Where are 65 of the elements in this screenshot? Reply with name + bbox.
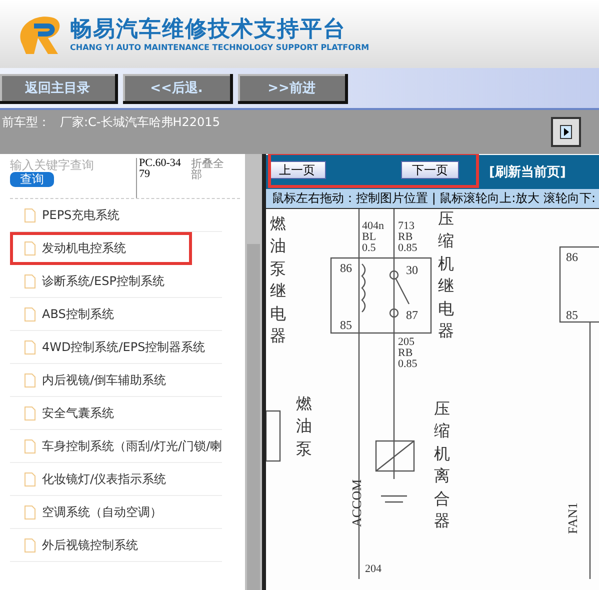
diagram-label: 30 [406,264,418,276]
tree-item[interactable]: 4WD控制系统/EPS控制器系统 [10,331,222,364]
item-label: 安全气囊系统 [42,404,114,422]
document-icon [24,240,36,256]
diagram-label: 86 [340,262,352,274]
platform-subtitle: CHANG YI AUTO MAINTENANCE TECHNOLOGY SUPPORT PLATFORM [70,42,370,52]
nav-button[interactable]: >>前进 [238,74,348,104]
tree-item[interactable]: ABS控制系统 [10,298,222,331]
item-label: 内后视镜/倒车辅助系统 [42,372,166,388]
item-label: 诊断系统/ESP控制系统 [42,272,164,290]
item-label: 外后视镜控制系统 [42,536,138,554]
tree-item[interactable]: 诊断系统/ESP控制系统 [10,265,222,298]
usage-hint: 鼠标左右拖动：控制图片位置 | 鼠标滚轮向上:放大 滚轮向下: [266,189,599,209]
item-label: 4WD控制系统/EPS控制器系统 [42,338,206,356]
model-code: PC.60-3479 [136,158,185,198]
diagram-label: 燃油泵 [296,395,312,460]
diagram-label: 205 RB 0.85 [398,337,418,370]
diagram-label: FAN1 [566,502,579,534]
document-icon [24,438,36,454]
next-page-button[interactable]: 下一页 [401,161,459,179]
collapse-all-link[interactable]: 折叠全部 [191,158,231,198]
tree-item[interactable]: 内后视镜/倒车辅助系统 [10,364,222,397]
platform-title: 畅易汽车维修技术支持平台 [70,16,347,42]
tree-item[interactable]: 外后视镜控制系统 [10,529,222,562]
tree-item[interactable]: PEPS充电系统 [10,199,222,232]
document-icon [24,472,36,486]
item-label: 发动机电控系统 [42,240,126,256]
item-label: ABS控制系统 [42,306,114,322]
diagram-label: 压缩机离合器 [434,400,450,532]
document-icon [24,306,36,322]
search-button[interactable]: 查询 [10,172,54,187]
document-icon [24,340,36,354]
nav-button[interactable]: <<后退. [123,74,233,104]
vehicle-label: 前车型： [2,114,50,131]
diagram-label: 燃油泵继电器 [270,215,286,347]
prev-page-button[interactable]: 上一页 [268,161,326,179]
tree-item[interactable]: 空调系统（自动空调） [10,496,222,529]
diagram-label: 404n BL 0.5 [362,221,384,254]
item-label: 化妆镜灯/仪表指示系统 [42,470,166,488]
refresh-link[interactable]: [刷新当前页] [489,163,566,181]
diagram-label: 713 RB 0.85 [398,221,418,254]
item-label: PEPS充电系统 [42,206,120,224]
document-icon [24,538,36,552]
diagram-label: 85 [566,309,578,321]
document-icon [24,504,36,520]
vehicle-value: 厂家:C-长城汽车哈弗H22015 [60,114,220,131]
scrollbar[interactable] [245,154,266,590]
item-label: 车身控制系统（雨刮/灯光/门锁/喇 [42,438,222,454]
document-icon [24,372,36,388]
diagram-label: 86 [566,251,578,263]
diagram-label: ACCOM [350,479,363,527]
tree-item[interactable]: 发动机电控系统 [10,232,192,265]
tree-item[interactable]: 车身控制系统（雨刮/灯光/门锁/喇 [10,430,222,463]
nav-button[interactable]: 返回主目录 [0,74,118,104]
diagram-label: 85 [340,319,352,331]
tree-item[interactable]: 安全气囊系统 [10,397,222,430]
diagram-label: 压缩机继电器 [438,210,454,342]
toggle-button[interactable] [551,117,581,147]
diagram-label: 204 [365,564,382,575]
diagram-label: 87 [406,309,418,321]
item-label: 空调系统（自动空调） [42,504,162,520]
document-icon [24,274,36,288]
document-icon [24,406,36,420]
document-icon [24,208,36,222]
tree-item[interactable]: 化妆镜灯/仪表指示系统 [10,463,222,496]
